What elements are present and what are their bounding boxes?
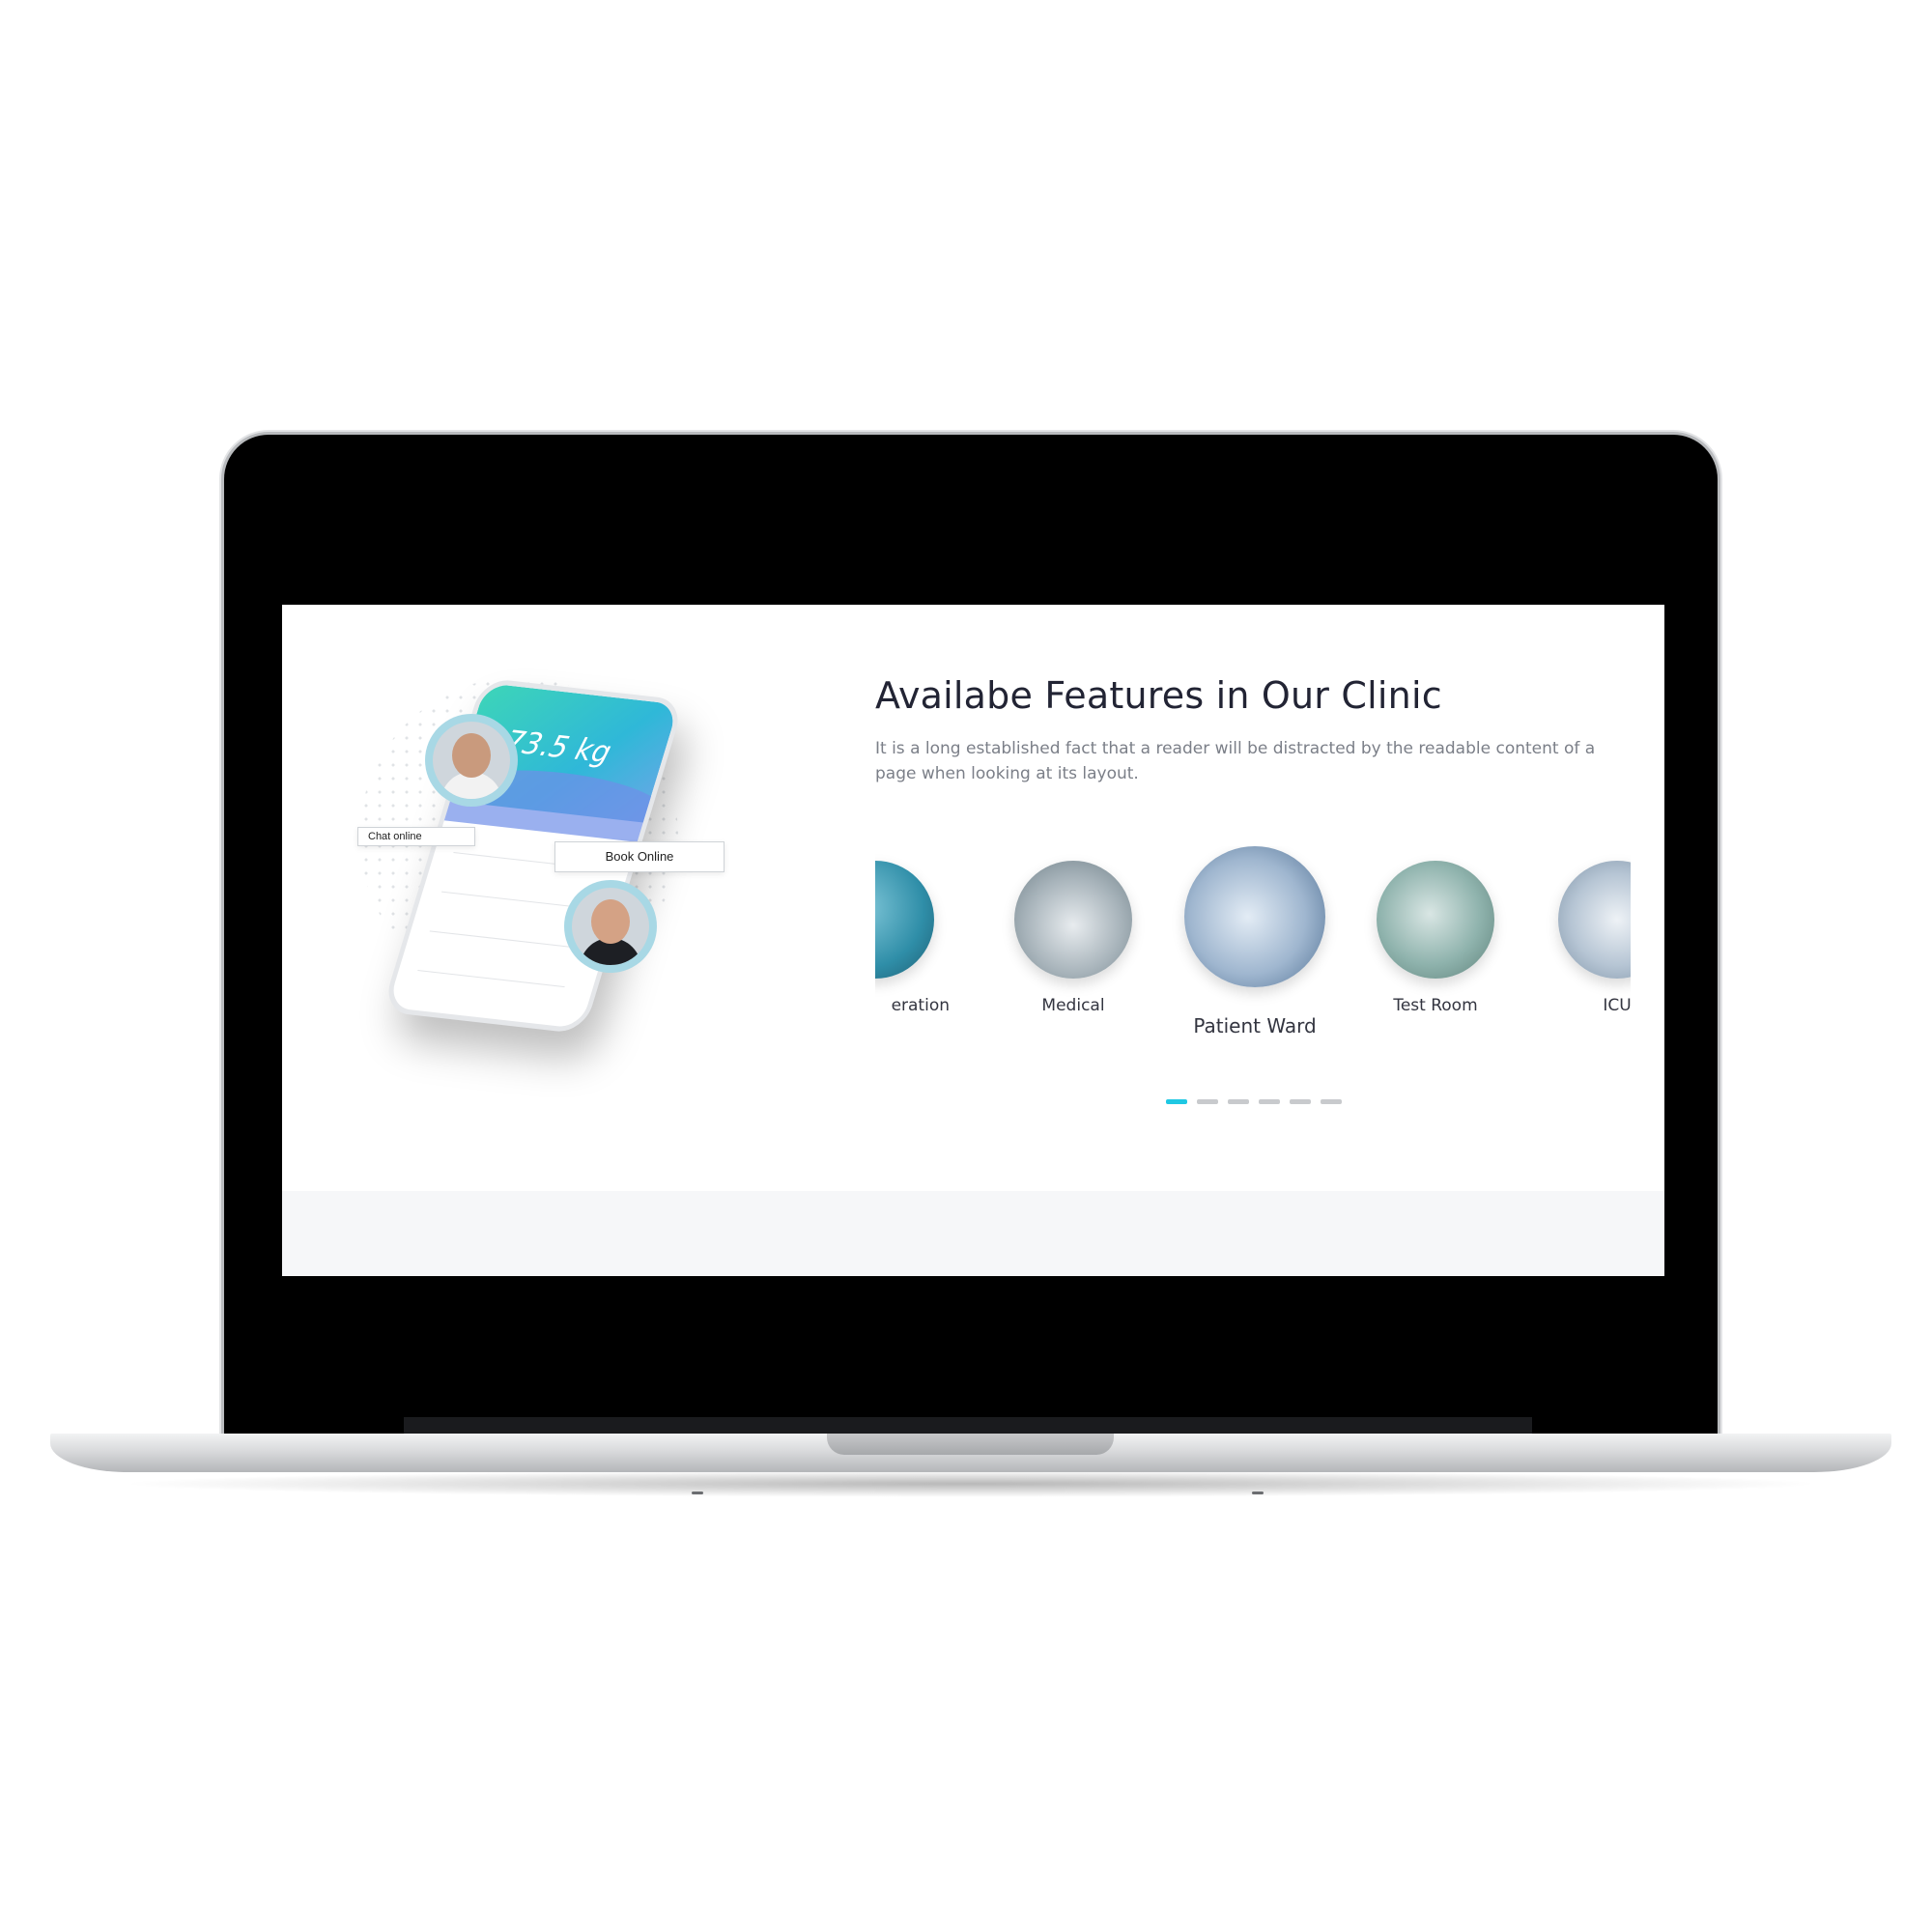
avatar-face bbox=[452, 733, 491, 778]
laptop-notch bbox=[827, 1434, 1114, 1455]
feature-card[interactable]: Test Room bbox=[1353, 861, 1518, 1015]
chat-online-tag: Chat online bbox=[357, 827, 475, 846]
phone-list-divider bbox=[429, 930, 578, 949]
laptop-foot-right bbox=[1252, 1492, 1264, 1494]
feature-card[interactable]: eration bbox=[875, 861, 957, 1015]
next-section-band bbox=[282, 1191, 1664, 1276]
test-room-photo-icon bbox=[1377, 861, 1494, 979]
browser-viewport: 73.5 kg Chat online Book Online Availabe… bbox=[282, 605, 1664, 1276]
carousel-dot-3[interactable] bbox=[1228, 1099, 1249, 1104]
carousel-dot-1[interactable] bbox=[1166, 1099, 1187, 1104]
phone-list-divider bbox=[440, 891, 589, 909]
section-description: It is a long established fact that a rea… bbox=[875, 739, 1596, 783]
hero-illustration: 73.5 kg Chat online Book Online bbox=[321, 658, 726, 1044]
operation-photo-icon bbox=[875, 861, 934, 979]
avatar-face bbox=[591, 899, 630, 944]
feature-label: eration bbox=[891, 996, 950, 1015]
laptop-foot-left bbox=[692, 1492, 703, 1494]
carousel-dot-6[interactable] bbox=[1321, 1099, 1342, 1104]
feature-label: ICU bbox=[1603, 996, 1631, 1015]
pharmacy-photo-icon bbox=[1014, 861, 1132, 979]
feature-label: Test Room bbox=[1393, 996, 1478, 1015]
carousel-dot-4[interactable] bbox=[1259, 1099, 1280, 1104]
feature-label: Patient Ward bbox=[1193, 1014, 1317, 1037]
carousel-dot-5[interactable] bbox=[1290, 1099, 1311, 1104]
doctor-avatar-male bbox=[564, 880, 657, 973]
features-carousel[interactable]: eration Medical Patient Ward Test Room I… bbox=[875, 846, 1631, 1039]
doctor-avatar-female bbox=[425, 714, 518, 807]
carousel-pagination bbox=[1166, 1099, 1342, 1104]
phone-list-divider bbox=[417, 970, 565, 988]
feature-label: Medical bbox=[1041, 996, 1105, 1015]
laptop-shadow bbox=[116, 1470, 1826, 1497]
feature-card[interactable]: Medical bbox=[991, 861, 1155, 1015]
book-online-tag: Book Online bbox=[554, 841, 724, 872]
carousel-dot-2[interactable] bbox=[1197, 1099, 1218, 1104]
feature-card[interactable]: Patient Ward bbox=[1173, 846, 1337, 1037]
section-title: Availabe Features in Our Clinic bbox=[875, 674, 1442, 717]
feature-card[interactable]: ICU bbox=[1535, 861, 1631, 1015]
ward-photo-icon bbox=[1184, 846, 1325, 987]
icu-photo-icon bbox=[1558, 861, 1631, 979]
